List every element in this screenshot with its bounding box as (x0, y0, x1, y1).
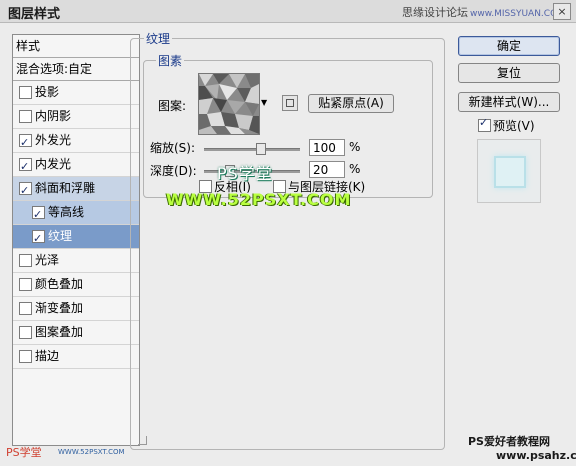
style-item-contour[interactable]: 等高线 (13, 201, 139, 226)
style-preview-swatch (494, 156, 526, 188)
style-item-label: 内阴影 (35, 109, 72, 123)
preview-label: 预览(V) (493, 119, 535, 133)
footer-url-watermark: WWW.52PSXT.COM (58, 448, 125, 456)
contour-checkbox[interactable] (32, 203, 45, 226)
footer-ps-hall-watermark: PS学堂 (6, 446, 42, 459)
psahz-url-watermark: www.psahz.com (496, 449, 576, 462)
site-url-watermark: WWW.52PSXT.COM (166, 190, 352, 209)
inner-shadow-checkbox[interactable] (19, 110, 32, 123)
style-preview-thumbnail (477, 139, 541, 203)
style-item-bevel-emboss[interactable]: 斜面和浮雕 (13, 177, 139, 202)
inner-glow-checkbox[interactable] (19, 155, 32, 178)
ps-hall-watermark: PS学堂 (217, 164, 273, 183)
blending-options-item[interactable]: 混合选项:自定 (13, 58, 139, 81)
psahz-title-watermark: PS爱好者教程网 (468, 435, 550, 448)
scale-slider-thumb[interactable] (255, 143, 266, 155)
pattern-dropdown-arrow-icon[interactable]: ▼ (261, 98, 267, 107)
site-watermark: 思缘设计论坛 www.MISSYUAN.COM (402, 6, 565, 19)
style-item-label: 内发光 (35, 157, 72, 171)
depth-input[interactable]: 20 (309, 161, 345, 178)
color-overlay-checkbox[interactable] (19, 278, 32, 291)
scale-label: 缩放(S): (150, 141, 196, 155)
style-item-label: 光泽 (35, 253, 60, 267)
texture-section-title: 纹理 (144, 30, 173, 47)
style-item-satin[interactable]: 光泽 (13, 249, 139, 273)
style-item-inner-glow[interactable]: 内发光 (13, 153, 139, 178)
drop-shadow-checkbox[interactable] (19, 86, 32, 99)
style-item-label: 图案叠加 (35, 325, 84, 339)
scale-slider-track[interactable] (204, 148, 300, 151)
style-item-label: 投影 (35, 85, 60, 99)
style-item-label: 渐变叠加 (35, 301, 84, 315)
style-item-label: 外发光 (35, 133, 72, 147)
satin-checkbox[interactable] (19, 254, 32, 267)
depth-percent-unit: % (349, 162, 361, 176)
gradient-overlay-checkbox[interactable] (19, 302, 32, 315)
style-item-stroke[interactable]: 描边 (13, 345, 139, 369)
texture-checkbox[interactable] (32, 227, 45, 250)
scale-percent-unit: % (349, 140, 361, 154)
snap-to-origin-button[interactable]: 贴紧原点(A) (308, 94, 394, 113)
style-item-pattern-overlay[interactable]: 图案叠加 (13, 321, 139, 345)
stroke-checkbox[interactable] (19, 350, 32, 363)
style-item-gradient-overlay[interactable]: 渐变叠加 (13, 297, 139, 321)
close-button[interactable]: × (553, 3, 571, 20)
ok-button[interactable]: 确定 (458, 36, 560, 56)
dialog-title: 图层样式 (8, 7, 61, 22)
new-style-button[interactable]: 新建样式(W)... (458, 92, 560, 112)
style-item-label: 等高线 (48, 205, 85, 219)
layer-style-dialog: 图层样式 思缘设计论坛 www.MISSYUAN.COM × 样式 混合选项:自定… (0, 0, 576, 466)
pattern-overlay-checkbox[interactable] (19, 326, 32, 339)
pattern-label: 图案: (158, 99, 187, 113)
style-item-color-overlay[interactable]: 颜色叠加 (13, 273, 139, 297)
style-item-label: 斜面和浮雕 (35, 181, 96, 195)
style-item-label: 纹理 (48, 229, 73, 243)
style-item-outer-glow[interactable]: 外发光 (13, 129, 139, 154)
depth-label: 深度(D): (150, 164, 197, 178)
style-list: 样式 混合选项:自定 投影 内阴影 外发光 内发光 斜面和浮雕 等高线 纹理 (12, 34, 140, 446)
elements-group-title: 图素 (156, 52, 185, 69)
bevel-emboss-checkbox[interactable] (19, 179, 32, 202)
styles-header[interactable]: 样式 (13, 35, 139, 58)
scale-input[interactable]: 100 (309, 139, 345, 156)
style-item-drop-shadow[interactable]: 投影 (13, 81, 139, 105)
style-item-label: 描边 (35, 349, 60, 363)
preview-checkbox[interactable] (478, 116, 491, 132)
pattern-swatch (199, 74, 259, 134)
pattern-picker[interactable] (198, 73, 260, 135)
title-bar: 图层样式 思缘设计论坛 www.MISSYUAN.COM × (0, 0, 576, 23)
style-item-texture[interactable]: 纹理 (13, 225, 139, 250)
outer-glow-checkbox[interactable] (19, 131, 32, 154)
new-preset-icon[interactable] (282, 95, 298, 111)
style-item-inner-shadow[interactable]: 内阴影 (13, 105, 139, 129)
style-item-label: 颜色叠加 (35, 277, 84, 291)
reset-button[interactable]: 复位 (458, 63, 560, 83)
